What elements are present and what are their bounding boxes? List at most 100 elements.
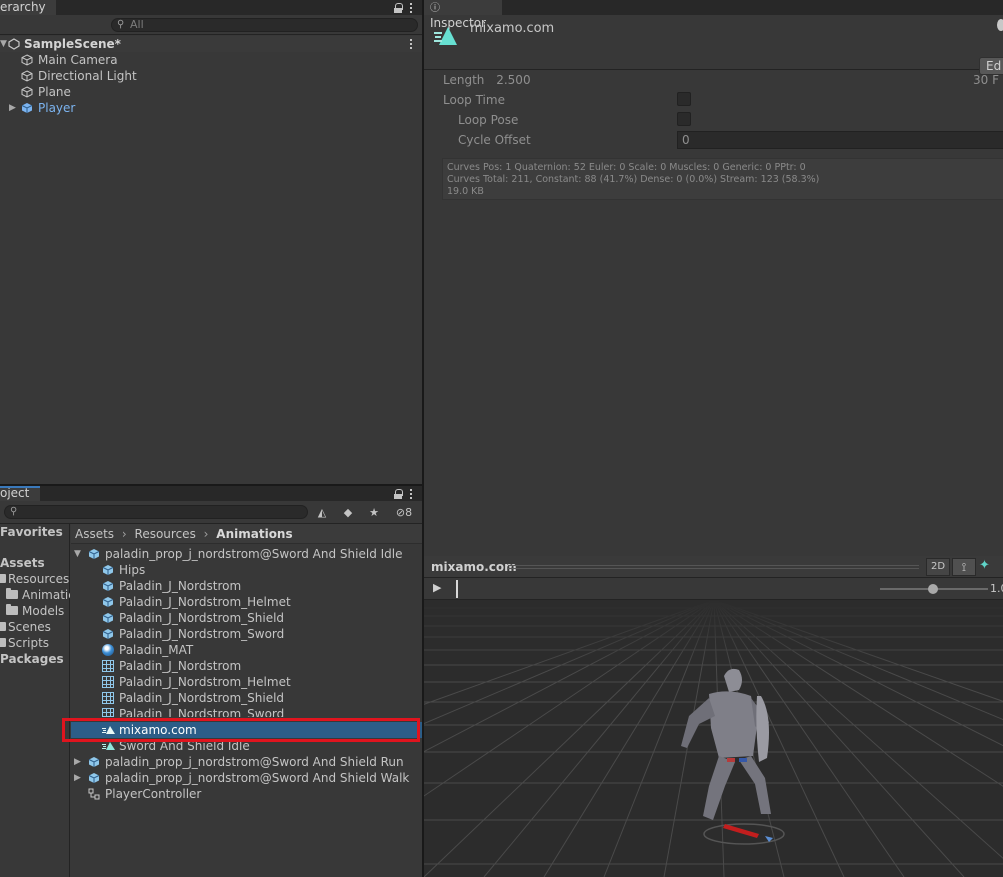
hierarchy-item-player[interactable]: ▶ Player: [0, 100, 422, 116]
hidden-count: 8: [405, 506, 413, 519]
filter-by-label-icon[interactable]: ◆: [338, 505, 358, 521]
search-icon: ⚲: [10, 506, 18, 517]
preview-header[interactable]: mixamo.com 2D ⟟ ✦: [424, 556, 1003, 578]
expand-arrow-icon[interactable]: ▼: [0, 36, 7, 52]
timeline-scrubber[interactable]: [456, 580, 458, 598]
list-item-label: Paladin_J_Nordstrom: [119, 579, 242, 593]
cycle-offset-label: Cycle Offset: [458, 133, 531, 147]
tab-project-label: oject: [0, 486, 30, 500]
gameobject-cube-icon: [102, 597, 114, 607]
tab-project[interactable]: oject: [0, 486, 40, 501]
expand-arrow-icon[interactable]: ▶: [74, 770, 81, 786]
tree-resources-label: Resources: [8, 572, 70, 586]
inspector-header: mixamo.com Ed: [424, 15, 1003, 75]
speed-value: 1.0: [990, 582, 1003, 595]
avatar-icon[interactable]: ✦: [979, 558, 1003, 576]
breadcrumb-resources[interactable]: Resources: [135, 527, 196, 541]
animation-clip-icon: [102, 742, 115, 750]
tree-packages[interactable]: Packages: [0, 651, 64, 667]
filter-by-type-icon[interactable]: ◭: [312, 505, 332, 521]
list-item[interactable]: PlayerController: [71, 786, 422, 802]
tree-assets[interactable]: Assets: [0, 555, 45, 571]
folder-icon: [6, 588, 18, 599]
inspector-tabbar: ⓘ Inspector: [424, 0, 1003, 30]
tab-hierarchy[interactable]: erarchy: [0, 0, 56, 15]
mesh-grid-icon: [102, 692, 114, 704]
cycle-offset-field[interactable]: 0: [677, 131, 1003, 149]
drag-handle[interactable]: [508, 565, 919, 569]
hierarchy-search-input[interactable]: ⚲ All: [111, 18, 418, 32]
settings-icon[interactable]: [997, 19, 1003, 31]
list-item-selected[interactable]: mixamo.com: [71, 722, 422, 738]
scene-options-icon[interactable]: [410, 39, 412, 49]
project-search-input[interactable]: ⚲: [4, 505, 308, 519]
list-item-label: mixamo.com: [119, 723, 197, 737]
lock-icon[interactable]: [394, 2, 403, 13]
loop-pose-checkbox[interactable]: [677, 112, 691, 126]
expand-arrow-icon[interactable]: ▼: [74, 546, 81, 562]
list-item[interactable]: Paladin_J_Nordstrom_Shield: [71, 690, 422, 706]
list-item[interactable]: Sword And Shield Idle: [71, 738, 422, 754]
list-item[interactable]: ▶ paladin_prop_j_nordstrom@Sword And Shi…: [71, 754, 422, 770]
favorites-star-icon[interactable]: ★: [364, 505, 384, 521]
loop-pose-label: Loop Pose: [458, 113, 519, 127]
gameobject-cube-icon: [102, 581, 114, 591]
info-line: 19.0 KB: [447, 186, 484, 197]
hierarchy-item-directional-light[interactable]: Directional Light: [0, 68, 422, 84]
list-item[interactable]: Hips: [71, 562, 422, 578]
list-item-label: Hips: [119, 563, 146, 577]
tree-packages-label: Packages: [0, 652, 64, 666]
gameobject-cube-icon: [102, 565, 114, 575]
list-item[interactable]: Paladin_J_Nordstrom_Helmet: [71, 594, 422, 610]
hierarchy-item-plane[interactable]: Plane: [0, 84, 422, 100]
tab-inspector[interactable]: ⓘ Inspector: [424, 0, 502, 30]
hierarchy-tabbar: erarchy: [0, 0, 422, 15]
mode-2d-label: 2D: [930, 561, 946, 572]
pivot-icon[interactable]: ⟟: [952, 558, 976, 576]
more-options-icon[interactable]: [410, 488, 412, 499]
preview-panel: mixamo.com 2D ⟟ ✦ ▶ 1.0: [424, 556, 1003, 877]
list-item[interactable]: Paladin_J_Nordstrom_Sword: [71, 706, 422, 717]
breadcrumb-assets[interactable]: Assets: [75, 527, 114, 541]
project-tabbar: oject: [0, 486, 422, 501]
hierarchy-item-label: Directional Light: [38, 69, 137, 83]
hierarchy-toolbar: ⚲ All: [0, 15, 422, 35]
tree-favorites[interactable]: Favorites: [0, 524, 63, 540]
tree-animations[interactable]: Animatic: [0, 587, 70, 603]
list-item[interactable]: Paladin_J_Nordstrom_Helmet: [71, 674, 422, 690]
gameobject-cube-icon: [21, 54, 33, 66]
animator-controller-icon: [88, 788, 100, 800]
mode-2d-button[interactable]: 2D: [926, 558, 950, 576]
hierarchy-item-main-camera[interactable]: Main Camera: [0, 52, 422, 68]
search-icon: ⚲: [117, 19, 125, 30]
expand-arrow-icon[interactable]: ▶: [9, 100, 16, 116]
expand-arrow-icon[interactable]: ▶: [74, 754, 81, 770]
search-placeholder: All: [130, 18, 144, 31]
hierarchy-item-label: Plane: [38, 85, 71, 99]
preview-viewport[interactable]: [424, 600, 1003, 877]
material-sphere-icon: [102, 644, 114, 656]
scene-row[interactable]: ▼ SampleScene*: [0, 36, 422, 52]
list-item[interactable]: Paladin_J_Nordstrom: [71, 578, 422, 594]
list-item[interactable]: Paladin_MAT: [71, 642, 422, 658]
speed-slider-thumb[interactable]: [928, 584, 938, 594]
folder-icon: [0, 622, 6, 631]
gameobject-cube-icon: [21, 86, 33, 98]
list-item[interactable]: Paladin_J_Nordstrom_Sword: [71, 626, 422, 642]
lock-icon[interactable]: [394, 488, 403, 499]
chevron-right-icon: ›: [121, 527, 127, 541]
eye-slash-icon: ⊘: [395, 506, 406, 519]
list-item-label: Paladin_J_Nordstrom_Sword: [119, 707, 285, 717]
list-item[interactable]: Paladin_J_Nordstrom_Shield: [71, 610, 422, 626]
list-item-label: paladin_prop_j_nordstrom@Sword And Shiel…: [105, 771, 410, 785]
loop-time-checkbox[interactable]: [677, 92, 691, 106]
list-item[interactable]: ▼ paladin_prop_j_nordstrom@Sword And Shi…: [71, 546, 422, 562]
list-item-label: Paladin_J_Nordstrom_Helmet: [119, 675, 291, 689]
list-item[interactable]: ▶ paladin_prop_j_nordstrom@Sword And Shi…: [71, 770, 422, 786]
tree-models-label: Models: [22, 604, 65, 618]
breadcrumb-animations[interactable]: Animations: [216, 527, 292, 541]
more-options-icon[interactable]: [410, 2, 412, 13]
play-icon[interactable]: ▶: [433, 581, 441, 594]
hidden-packages-toggle[interactable]: ⊘8: [390, 505, 418, 521]
list-item[interactable]: Paladin_J_Nordstrom: [71, 658, 422, 674]
